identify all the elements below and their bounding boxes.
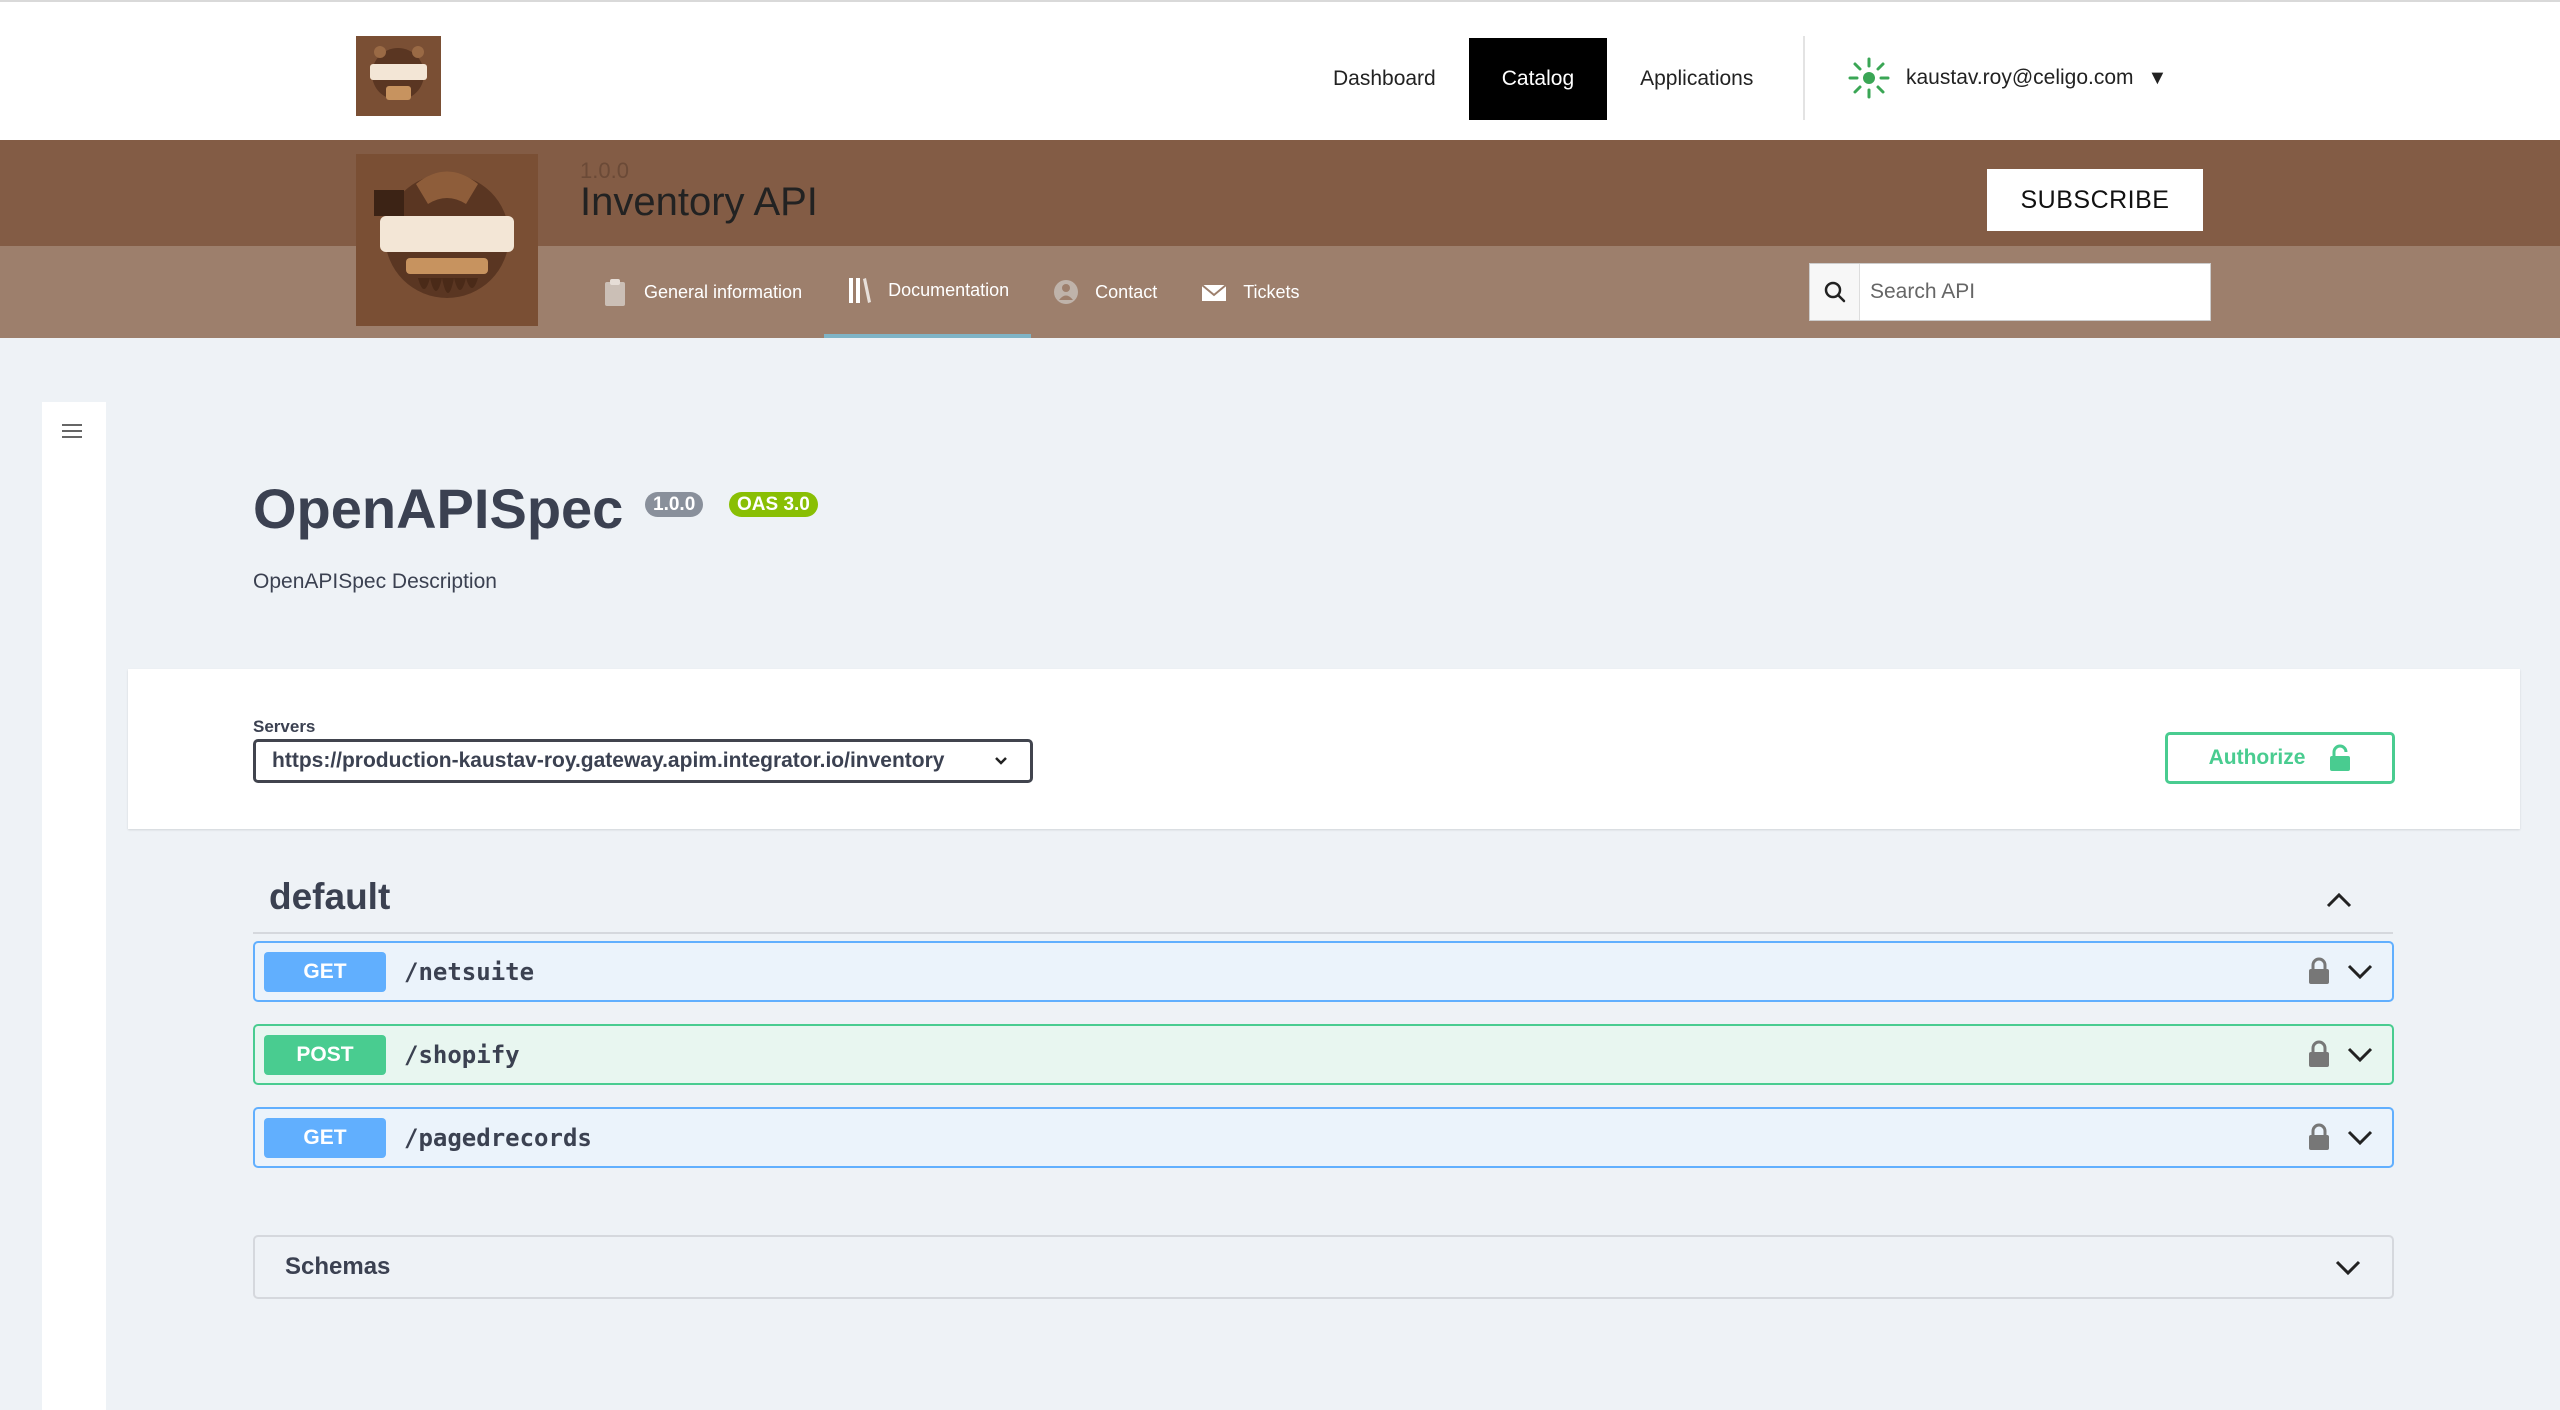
authorize-label: Authorize bbox=[2208, 746, 2306, 769]
version-badge: 1.0.0 bbox=[645, 492, 704, 517]
schemas-label: Schemas bbox=[285, 1253, 391, 1280]
side-rail bbox=[42, 402, 106, 1410]
api-tabs: General information Documentation Contac… bbox=[580, 246, 1322, 338]
servers-label: Servers bbox=[253, 717, 316, 736]
method-badge: GET bbox=[264, 1117, 386, 1158]
acme-logo[interactable] bbox=[356, 36, 441, 116]
operation-icons bbox=[2308, 1040, 2374, 1068]
authorize-button[interactable]: Authorize bbox=[2165, 732, 2395, 784]
operation-icons bbox=[2308, 1123, 2374, 1151]
chevron-down-icon[interactable] bbox=[2346, 1042, 2374, 1066]
top-navbar: Dashboard Catalog Applications kaustav.r… bbox=[0, 0, 2560, 140]
operation-get-pagedrecords[interactable]: GET /pagedrecords bbox=[253, 1107, 2394, 1168]
user-circle-icon bbox=[1054, 280, 1079, 304]
unlock-icon bbox=[2330, 744, 2351, 771]
spec-description: OpenAPISpec Description bbox=[253, 570, 497, 593]
operation-post-shopify[interactable]: POST /shopify bbox=[253, 1024, 2394, 1085]
schemas-section[interactable]: Schemas bbox=[253, 1235, 2394, 1299]
chevron-down-icon[interactable] bbox=[2346, 1125, 2374, 1149]
operation-path: /netsuite bbox=[404, 957, 535, 986]
search-icon[interactable] bbox=[1810, 264, 1860, 320]
tab-contact[interactable]: Contact bbox=[1031, 246, 1179, 338]
lock-icon[interactable] bbox=[2308, 1040, 2330, 1068]
menu-icon[interactable] bbox=[62, 422, 84, 440]
api-title: Inventory API bbox=[580, 180, 818, 224]
clipboard-icon bbox=[605, 279, 625, 306]
tab-label: Tickets bbox=[1243, 281, 1300, 302]
subscribe-button[interactable]: SUBSCRIBE bbox=[1987, 169, 2203, 231]
spec-title: OpenAPISpec bbox=[253, 477, 624, 540]
search-input[interactable] bbox=[1860, 264, 2210, 320]
chevron-down-icon[interactable] bbox=[2346, 959, 2374, 983]
lock-icon[interactable] bbox=[2308, 1123, 2330, 1151]
nav-divider bbox=[1803, 36, 1805, 120]
chevron-down-icon bbox=[2335, 1260, 2361, 1276]
user-menu[interactable]: kaustav.roy@celigo.com ▼ bbox=[1846, 54, 2167, 102]
chevron-up-icon bbox=[2326, 892, 2352, 908]
lock-icon[interactable] bbox=[2308, 957, 2330, 985]
operation-icons bbox=[2308, 957, 2374, 985]
user-email: kaustav.roy@celigo.com bbox=[1906, 66, 2134, 89]
operation-path: /shopify bbox=[404, 1040, 520, 1069]
tag-name: default bbox=[269, 876, 391, 917]
server-select[interactable]: https://production-kaustav-roy.gateway.a… bbox=[253, 739, 1033, 783]
api-header: 1.0.0 Inventory API SUBSCRIBE General in… bbox=[0, 140, 2560, 338]
operation-get-netsuite[interactable]: GET /netsuite bbox=[253, 941, 2394, 1002]
tab-general-information[interactable]: General information bbox=[580, 246, 824, 338]
tab-tickets[interactable]: Tickets bbox=[1179, 246, 1321, 338]
api-logo bbox=[356, 154, 538, 326]
search-box bbox=[1809, 263, 2211, 321]
nav-catalog[interactable]: Catalog bbox=[1468, 38, 1608, 120]
user-avatar-icon bbox=[1848, 57, 1890, 99]
nav-dashboard[interactable]: Dashboard bbox=[1300, 38, 1469, 120]
envelope-icon bbox=[1201, 284, 1227, 301]
tab-documentation[interactable]: Documentation bbox=[824, 246, 1032, 338]
caret-down-icon: ▼ bbox=[2147, 66, 2168, 89]
method-badge: POST bbox=[264, 1034, 386, 1075]
tab-label: General information bbox=[644, 281, 803, 302]
main-nav: Dashboard Catalog Applications bbox=[1300, 38, 1786, 120]
tab-label: Documentation bbox=[888, 279, 1010, 300]
chevron-down-icon bbox=[995, 757, 1007, 765]
library-icon bbox=[849, 278, 872, 303]
tab-label: Contact bbox=[1095, 281, 1158, 302]
oas-badge: OAS 3.0 bbox=[729, 492, 818, 517]
method-badge: GET bbox=[264, 951, 386, 992]
operation-path: /pagedrecords bbox=[404, 1123, 592, 1152]
servers-panel: Servers https://production-kaustav-roy.g… bbox=[128, 669, 2520, 829]
server-url: https://production-kaustav-roy.gateway.a… bbox=[272, 749, 945, 772]
tag-default-header[interactable]: default bbox=[253, 870, 2393, 934]
nav-applications[interactable]: Applications bbox=[1607, 38, 1786, 120]
